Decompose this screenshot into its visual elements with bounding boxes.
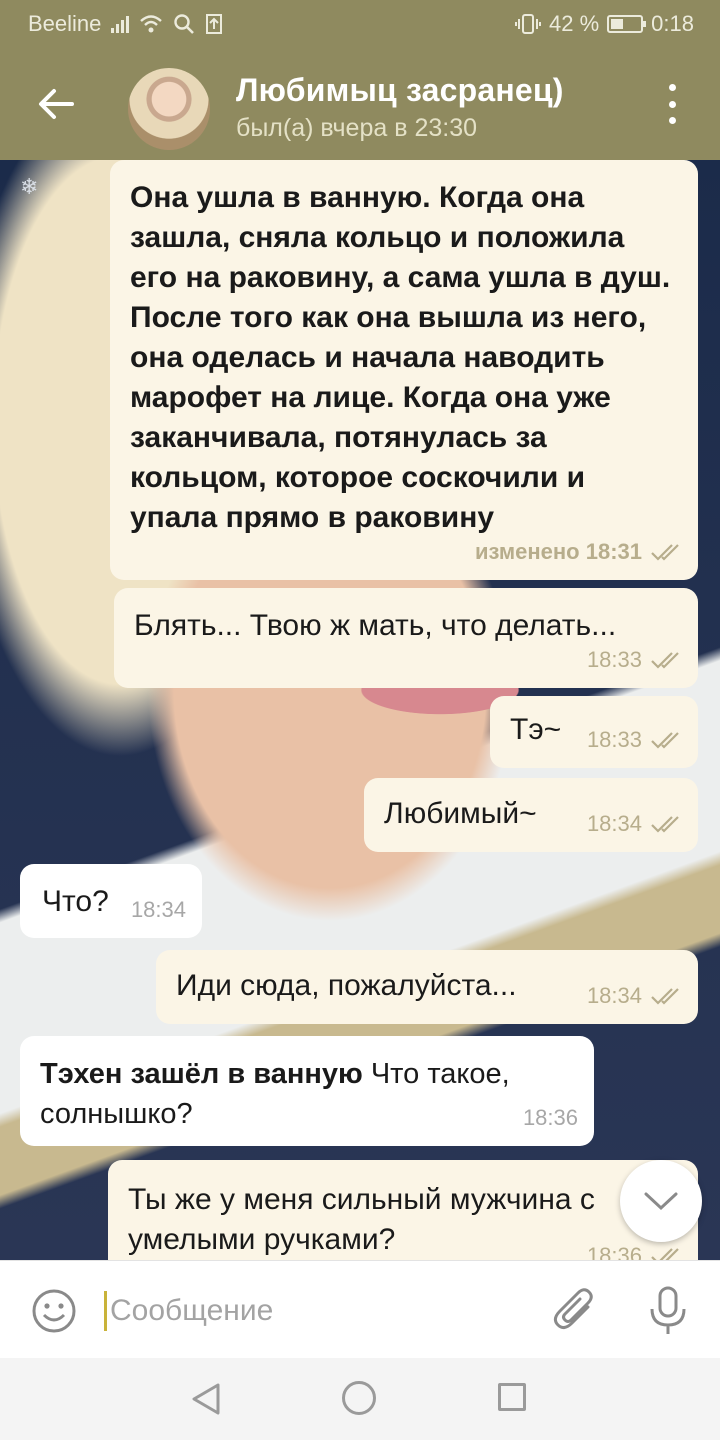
paperclip-icon bbox=[553, 1288, 593, 1330]
message-bubble[interactable]: Тэхен зашёл в ванную Что такое, солнышко… bbox=[20, 1036, 594, 1146]
message-bubble[interactable]: Что? 18:34 bbox=[20, 864, 202, 938]
microphone-icon bbox=[650, 1286, 686, 1334]
read-checkmarks-icon bbox=[650, 987, 682, 1005]
wifi-icon bbox=[140, 15, 163, 33]
message-input[interactable] bbox=[110, 1291, 530, 1331]
message-meta: изменено 18:31 bbox=[475, 532, 682, 572]
message-meta: 18:34 bbox=[131, 890, 186, 930]
voice-record-button[interactable] bbox=[646, 1285, 690, 1342]
search-icon bbox=[174, 14, 195, 34]
read-checkmarks-icon bbox=[650, 651, 682, 669]
clock: 0:18 bbox=[651, 11, 694, 36]
system-navigation-bar bbox=[0, 1358, 720, 1440]
message-bubble[interactable]: Она ушла в ванную. Когда она зашла, снял… bbox=[110, 160, 698, 580]
message-meta: 18:36 bbox=[523, 1098, 578, 1138]
message-bubble[interactable]: Иди сюда, пожалуйста... 18:34 bbox=[156, 950, 698, 1024]
message-time: изменено 18:31 bbox=[474, 539, 642, 564]
back-button[interactable] bbox=[36, 84, 76, 124]
message-time: 18:34 bbox=[130, 897, 186, 922]
read-checkmarks-icon bbox=[650, 731, 682, 749]
arrow-left-icon bbox=[39, 89, 74, 119]
chevron-down-icon bbox=[644, 1192, 678, 1211]
read-checkmarks-icon bbox=[650, 815, 682, 833]
message-time: 18:34 bbox=[586, 983, 642, 1008]
message-time: 18:33 bbox=[586, 727, 642, 752]
attach-button[interactable] bbox=[552, 1287, 598, 1340]
contact-name[interactable]: Любимыц засранец) bbox=[236, 72, 564, 109]
nav-back-button[interactable] bbox=[190, 1382, 222, 1421]
read-checkmarks-icon bbox=[650, 1247, 682, 1260]
message-meta: 18:33 bbox=[587, 720, 682, 760]
carrier-label: Beeline bbox=[28, 11, 102, 36]
message-bubble[interactable]: Любимый~ 18:34 bbox=[364, 778, 698, 852]
message-meta: 18:34 bbox=[587, 976, 682, 1016]
message-bubble[interactable]: Блять... Твою ж мать, что делать... 18:3… bbox=[114, 588, 698, 688]
chat-background[interactable]: ❄ Она ушла в ванную. Когда она зашла, сн… bbox=[0, 160, 720, 1260]
scroll-down-button[interactable] bbox=[620, 1160, 702, 1242]
status-bar: Beeline 42 % 0:18 bbox=[0, 0, 720, 48]
wallpaper-decoration: ❄ bbox=[20, 174, 39, 199]
message-time: 18:36 bbox=[586, 1243, 642, 1260]
message-meta: 18:33 bbox=[587, 640, 682, 680]
message-time: 18:34 bbox=[586, 811, 642, 836]
chat-header: Любимыц засранец) был(а) вчера в 23:30 bbox=[0, 48, 720, 160]
message-action-text: Тэхен зашёл в ванную bbox=[40, 1058, 363, 1090]
upload-icon bbox=[206, 14, 223, 34]
avatar[interactable] bbox=[128, 68, 210, 150]
message-time: 18:33 bbox=[586, 647, 642, 672]
nav-recent-apps-button[interactable] bbox=[498, 1383, 526, 1411]
emoji-icon bbox=[32, 1289, 76, 1333]
vibrate-icon bbox=[515, 14, 542, 34]
more-vertical-icon[interactable] bbox=[660, 84, 684, 124]
read-checkmarks-icon bbox=[650, 543, 682, 561]
emoji-button[interactable] bbox=[30, 1287, 78, 1340]
battery-percent: 42 % bbox=[549, 11, 600, 36]
nav-home-button[interactable] bbox=[342, 1381, 376, 1415]
signal-icon bbox=[111, 15, 130, 33]
message-input-bar bbox=[0, 1260, 720, 1358]
message-bubble[interactable]: Тэ~ 18:33 bbox=[490, 696, 698, 768]
battery-icon bbox=[607, 15, 647, 33]
message-time: 18:36 bbox=[522, 1105, 578, 1130]
text-cursor bbox=[104, 1291, 107, 1331]
triangle-back-icon bbox=[192, 1383, 220, 1415]
message-bubble[interactable]: Ты же у меня сильный мужчина с умелыми р… bbox=[108, 1160, 698, 1260]
last-seen-status: был(а) вчера в 23:30 bbox=[236, 114, 478, 142]
message-meta: 18:34 bbox=[587, 804, 682, 844]
message-text: Она ушла в ванную. Когда она зашла, снял… bbox=[130, 181, 671, 534]
